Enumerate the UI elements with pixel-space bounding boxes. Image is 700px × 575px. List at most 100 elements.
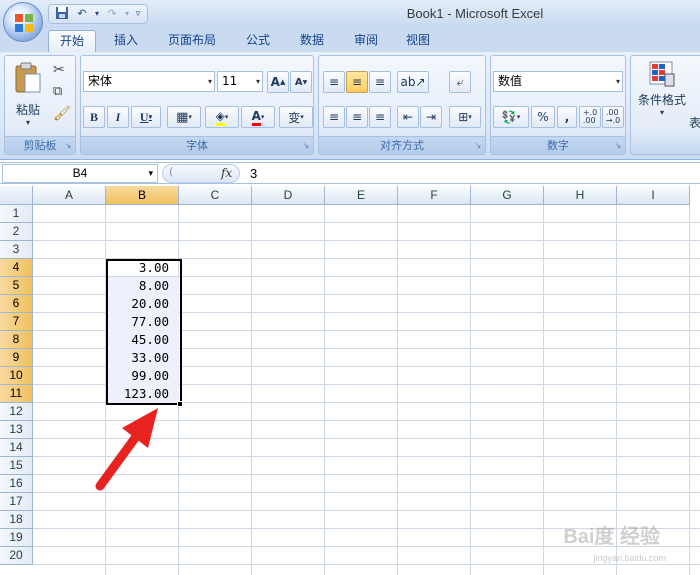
row-header-20[interactable]: 20: [0, 547, 33, 565]
copy-icon[interactable]: ⧉: [53, 84, 62, 99]
decrease-indent-icon: ⇤: [402, 110, 414, 124]
row-header-16[interactable]: 16: [0, 475, 33, 493]
row-header-8[interactable]: 8: [0, 331, 33, 349]
row-header-18[interactable]: 18: [0, 511, 33, 529]
paste-dropdown-icon[interactable]: ▾: [9, 118, 47, 127]
shrink-font-button[interactable]: A ▼: [290, 71, 312, 93]
row-header-4[interactable]: 4: [0, 259, 33, 277]
worksheet-grid[interactable]: ABCDEFGHI 1 2 3 4 5 6 7 8 9 10 11 12 13 14 15 16 17 18 19 2…: [0, 186, 700, 575]
bold-button[interactable]: B: [83, 106, 105, 128]
grow-font-button[interactable]: A ▲: [267, 71, 289, 93]
column-header-e[interactable]: E: [325, 186, 398, 205]
office-button[interactable]: [3, 2, 43, 42]
tab-view[interactable]: 视图: [396, 30, 440, 52]
column-header-a[interactable]: A: [33, 186, 106, 205]
column-header-c[interactable]: C: [179, 186, 252, 205]
decrease-indent-button[interactable]: ⇤: [397, 106, 419, 128]
column-header-d[interactable]: D: [252, 186, 325, 205]
select-all-corner[interactable]: [0, 186, 33, 205]
align-bottom-button[interactable]: ≡: [369, 71, 391, 93]
formula-bar-collapse-icon[interactable]: (: [169, 165, 173, 178]
row-header-15[interactable]: 15: [0, 457, 33, 475]
tab-home[interactable]: 开始: [48, 30, 96, 52]
number-group-label: 数字: [491, 136, 625, 154]
decrease-decimal-button[interactable]: .00 →.0: [602, 106, 624, 128]
row-header-5[interactable]: 5: [0, 277, 33, 295]
merge-cells-icon: ⊞: [458, 110, 469, 124]
watermark-url: jingyan.baidu.com: [593, 553, 666, 563]
chevron-down-icon: ▾: [148, 168, 153, 178]
font-name-combo[interactable]: 宋体 ▾: [83, 71, 215, 92]
italic-button[interactable]: I: [107, 106, 129, 128]
title-bar: ↶ ▾ ↷ ▾ ▿ Book1 - Microsoft Excel: [0, 0, 700, 28]
red-arrow-annotation: [95, 408, 158, 491]
increase-indent-button[interactable]: ⇥: [420, 106, 442, 128]
percent-button[interactable]: %: [531, 106, 555, 128]
underline-button[interactable]: U ▾: [131, 106, 161, 128]
accounting-format-button[interactable]: 💱 ▾: [493, 106, 529, 128]
wrap-text-button[interactable]: ⤶: [449, 71, 471, 93]
orientation-icon: ab↗: [400, 75, 426, 89]
merge-center-button[interactable]: ⊞ ▾: [449, 106, 481, 128]
phonetic-icon: 变: [288, 110, 301, 125]
tab-insert[interactable]: 插入: [104, 30, 148, 52]
fill-color-button[interactable]: ◈ ▾: [205, 106, 239, 128]
increase-indent-icon: ⇥: [425, 110, 437, 124]
tab-page-layout[interactable]: 页面布局: [160, 30, 224, 52]
formula-tools: ( fx: [162, 164, 240, 183]
row-header-7[interactable]: 7: [0, 313, 33, 331]
row-header-10[interactable]: 10: [0, 367, 33, 385]
align-right-button[interactable]: ≡: [369, 106, 391, 128]
column-header-b[interactable]: B: [106, 186, 179, 205]
orientation-button[interactable]: ab↗: [397, 71, 429, 93]
align-center-icon: ≡: [351, 110, 363, 124]
column-header-g[interactable]: G: [471, 186, 544, 205]
formula-input[interactable]: 3: [250, 166, 257, 181]
row-header-17[interactable]: 17: [0, 493, 33, 511]
row-header-14[interactable]: 14: [0, 439, 33, 457]
gridline: [543, 205, 544, 575]
row-header-12[interactable]: 12: [0, 403, 33, 421]
window-title: Book1 - Microsoft Excel: [406, 6, 544, 21]
row-header-13[interactable]: 13: [0, 421, 33, 439]
alignment-launcher-icon[interactable]: ↘: [473, 141, 483, 151]
name-box[interactable]: B4 ▾: [2, 164, 158, 183]
column-header-i[interactable]: I: [617, 186, 690, 205]
increase-decimal-button[interactable]: +.0.00: [579, 106, 601, 128]
align-center-button[interactable]: ≡: [346, 106, 368, 128]
column-header-h[interactable]: H: [544, 186, 617, 205]
row-header-2[interactable]: 2: [0, 223, 33, 241]
ribbon-tabs: 开始 插入 页面布局 公式 数据 审阅 视图: [0, 28, 700, 52]
number-format-combo[interactable]: 数值 ▾: [493, 71, 623, 92]
tab-formulas[interactable]: 公式: [236, 30, 280, 52]
format-painter-icon[interactable]: 🖌: [53, 106, 71, 122]
format-as-table-label[interactable]: 表: [689, 114, 700, 131]
align-top-button[interactable]: ≡: [323, 71, 345, 93]
row-header-1[interactable]: 1: [0, 205, 33, 223]
phonetic-button[interactable]: 变 ▾: [279, 106, 313, 128]
align-left-button[interactable]: ≡: [323, 106, 345, 128]
cut-icon[interactable]: ✂: [53, 62, 65, 78]
fill-handle[interactable]: [177, 401, 183, 407]
number-launcher-icon[interactable]: ↘: [613, 141, 623, 151]
align-middle-button[interactable]: ≡: [346, 71, 368, 93]
insert-function-icon[interactable]: fx: [221, 166, 232, 180]
tab-data[interactable]: 数据: [290, 30, 334, 52]
paste-button[interactable]: 粘贴 ▾: [9, 60, 47, 130]
tab-review[interactable]: 审阅: [344, 30, 388, 52]
gridline: [324, 205, 325, 575]
font-size-combo[interactable]: 11 ▾: [217, 71, 263, 92]
row-header-19[interactable]: 19: [0, 529, 33, 547]
font-launcher-icon[interactable]: ↘: [301, 141, 311, 151]
row-header-3[interactable]: 3: [0, 241, 33, 259]
borders-button[interactable]: ▦ ▾: [167, 106, 201, 128]
comma-button[interactable]: ,: [557, 106, 577, 128]
row-header-6[interactable]: 6: [0, 295, 33, 313]
row-header-11[interactable]: 11: [0, 385, 33, 403]
ribbon: 粘贴 ▾ ✂ ⧉ 🖌 剪贴板 ↘ 宋体 ▾ 11 ▾ A ▲ A ▼ B I U ▾ ▦ ▾…: [0, 52, 700, 160]
row-header-9[interactable]: 9: [0, 349, 33, 367]
clipboard-launcher-icon[interactable]: ↘: [63, 141, 73, 151]
column-header-f[interactable]: F: [398, 186, 471, 205]
conditional-format-button[interactable]: 条件格式 ▾: [633, 60, 691, 117]
font-color-button[interactable]: A ▾: [241, 106, 275, 128]
